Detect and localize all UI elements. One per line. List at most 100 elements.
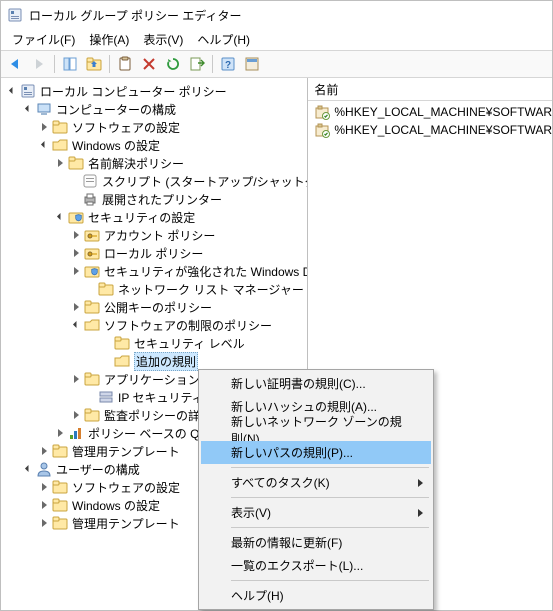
tree-security-settings[interactable]: セキュリティの設定 (1, 208, 307, 226)
show-hide-tree-button[interactable] (58, 52, 82, 76)
expand-toggle[interactable] (37, 516, 51, 530)
tree-software-settings[interactable]: ソフトウェアの設定 (1, 118, 307, 136)
window-title: ローカル グループ ポリシー エディター (29, 7, 241, 24)
expand-toggle[interactable] (5, 84, 19, 98)
tree-label: アカウント ポリシー (104, 227, 215, 244)
tree-label: ローカル コンピューター ポリシー (40, 83, 227, 100)
registry-rule-icon (314, 104, 330, 120)
folder-icon (52, 515, 68, 531)
expand-toggle[interactable] (53, 426, 67, 440)
list-item-label: %HKEY_LOCAL_MACHINE¥SOFTWAR (334, 105, 552, 119)
expand-toggle[interactable] (69, 246, 83, 260)
filter-button[interactable] (240, 52, 264, 76)
tree-name-resolution[interactable]: 名前解決ポリシー (1, 154, 307, 172)
menu-view[interactable]: 表示(V) (136, 29, 190, 50)
expand-toggle[interactable] (69, 264, 83, 278)
ctx-export-list[interactable]: 一覧のエクスポート(L)... (201, 554, 431, 577)
tree-local-policy[interactable]: ローカル ポリシー (1, 244, 307, 262)
tree-label: 公開キーのポリシー (104, 299, 212, 316)
tree-label: ユーザーの構成 (56, 461, 140, 478)
expand-toggle[interactable] (37, 120, 51, 134)
expand-toggle[interactable] (69, 372, 83, 386)
tree-label: 監査ポリシーの詳 (104, 407, 200, 424)
tree-label: ローカル ポリシー (104, 245, 203, 262)
help-button[interactable]: ? (216, 52, 240, 76)
tree-deployed-printers[interactable]: 展開されたプリンター (1, 190, 307, 208)
registry-rule-icon (314, 122, 330, 138)
ctx-new-cert-rule[interactable]: 新しい証明書の規則(C)... (201, 372, 431, 395)
ctx-all-tasks[interactable]: すべてのタスク(K) (201, 471, 431, 494)
expand-toggle[interactable] (37, 480, 51, 494)
tree-label: セキュリティの設定 (88, 209, 195, 226)
folder-icon (52, 443, 68, 459)
menu-action[interactable]: 操作(A) (82, 29, 136, 50)
app-window: ローカル グループ ポリシー エディター ファイル(F) 操作(A) 表示(V)… (0, 0, 553, 611)
expand-toggle[interactable] (69, 228, 83, 242)
folder-icon (68, 155, 84, 171)
tree-additional-rules[interactable]: 追加の規則 (1, 352, 307, 370)
folder-open-icon (84, 317, 100, 333)
list-column-header-name[interactable]: 名前 (308, 78, 552, 101)
ctx-new-path-rule[interactable]: 新しいパスの規則(P)... (201, 441, 431, 464)
expand-toggle[interactable] (37, 498, 51, 512)
tree-computer-config[interactable]: コンピューターの構成 (1, 100, 307, 118)
tree-scripts[interactable]: スクリプト (スタートアップ/シャットダウン) (1, 172, 307, 190)
refresh-button[interactable] (161, 52, 185, 76)
ctx-refresh[interactable]: 最新の情報に更新(F) (201, 531, 431, 554)
list-item[interactable]: %HKEY_LOCAL_MACHINE¥SOFTWAR (308, 121, 552, 139)
expand-toggle[interactable] (21, 462, 35, 476)
copy-button[interactable] (113, 52, 137, 76)
tree-public-key[interactable]: 公開キーのポリシー (1, 298, 307, 316)
tree-windows-settings[interactable]: Windows の設定 (1, 136, 307, 154)
ctx-separator (231, 527, 429, 528)
menubar: ファイル(F) 操作(A) 表示(V) ヘルプ(H) (1, 29, 552, 50)
tree-software-restriction[interactable]: ソフトウェアの制限のポリシー (1, 316, 307, 334)
tree-label: 管理用テンプレート (72, 443, 180, 460)
tree-label: スクリプト (スタートアップ/シャットダウン) (102, 173, 308, 190)
back-arrow-icon (7, 56, 23, 72)
tree-label: Windows の設定 (72, 137, 160, 154)
menu-help[interactable]: ヘルプ(H) (190, 29, 257, 50)
forward-button[interactable] (27, 52, 51, 76)
refresh-icon (165, 56, 181, 72)
expand-toggle[interactable] (37, 138, 51, 152)
back-button[interactable] (3, 52, 27, 76)
tree-label: コンピューターの構成 (56, 101, 176, 118)
tree-defender[interactable]: セキュリティが強化された Windows Defender フ (1, 262, 307, 280)
up-one-level-button[interactable] (82, 52, 106, 76)
folder-icon (52, 119, 68, 135)
menu-file[interactable]: ファイル(F) (5, 29, 82, 50)
expand-toggle[interactable] (69, 300, 83, 314)
key-folder-icon (84, 245, 100, 261)
export-button[interactable] (185, 52, 209, 76)
expand-toggle[interactable] (21, 102, 35, 116)
folder-icon (84, 407, 100, 423)
tree-security-level[interactable]: セキュリティ レベル (1, 334, 307, 352)
folder-icon (98, 281, 114, 297)
chart-icon (68, 425, 84, 441)
list-item[interactable]: %HKEY_LOCAL_MACHINE¥SOFTWAR (308, 103, 552, 121)
tree-label: 名前解決ポリシー (88, 155, 184, 172)
ctx-new-zone-rule[interactable]: 新しいネットワーク ゾーンの規則(N)... (201, 418, 431, 441)
tree-network-list[interactable]: ネットワーク リスト マネージャー ポリシー (1, 280, 307, 298)
expand-toggle[interactable] (69, 408, 83, 422)
tree-pane-icon (62, 56, 78, 72)
printer-icon (82, 191, 98, 207)
user-icon (36, 461, 52, 477)
ctx-view[interactable]: 表示(V) (201, 501, 431, 524)
tree-label: ポリシー ベースの Qo (88, 425, 206, 442)
ctx-help[interactable]: ヘルプ(H) (201, 584, 431, 607)
delete-button[interactable] (137, 52, 161, 76)
tree-label: ソフトウェアの制限のポリシー (104, 317, 272, 334)
tree-root[interactable]: ローカル コンピューター ポリシー (1, 82, 307, 100)
tree-account-policy[interactable]: アカウント ポリシー (1, 226, 307, 244)
titlebar: ローカル グループ ポリシー エディター (1, 1, 552, 29)
svg-text:?: ? (225, 60, 231, 71)
app-icon (7, 7, 23, 23)
expand-toggle[interactable] (69, 318, 83, 332)
export-list-icon (189, 56, 205, 72)
expand-toggle[interactable] (37, 444, 51, 458)
shield-folder-icon (84, 263, 100, 279)
expand-toggle[interactable] (53, 156, 67, 170)
expand-toggle[interactable] (53, 210, 67, 224)
